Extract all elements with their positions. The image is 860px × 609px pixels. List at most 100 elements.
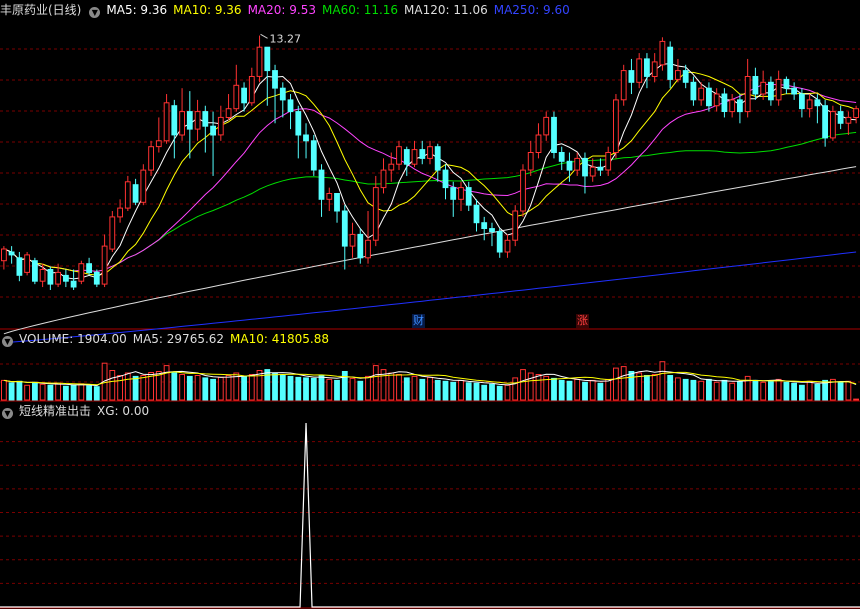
candle-up — [504, 239, 511, 253]
candle-down — [706, 87, 712, 107]
volume-bar-down — [551, 377, 557, 401]
chevron-down-icon[interactable]: ▼ — [89, 7, 101, 18]
volume-bar-down — [16, 380, 23, 401]
volume-bar-up — [729, 382, 736, 401]
volume-bar-down — [210, 378, 216, 401]
candle-down — [682, 70, 689, 83]
volume-bar-down — [63, 385, 69, 401]
candle-down — [597, 166, 604, 171]
volume-bar-up — [574, 378, 581, 401]
volume-bar-down — [783, 381, 790, 401]
candle-up — [659, 40, 666, 66]
volume-bar-down — [450, 381, 457, 401]
candle-up — [760, 81, 767, 95]
candle-up — [605, 152, 612, 171]
candle-down — [791, 87, 798, 95]
candle-up — [78, 263, 85, 282]
volume-bar-up — [117, 375, 123, 401]
candle-down — [403, 149, 410, 165]
candle-up — [380, 169, 387, 189]
volume-bar-down — [434, 379, 441, 401]
volume-bar-up — [1, 379, 7, 401]
volume-bar-down — [310, 377, 317, 401]
candle-down — [799, 93, 805, 110]
candle-down — [566, 160, 573, 171]
volume-bar-up — [179, 374, 185, 401]
candle-down — [264, 46, 271, 72]
candle-up — [233, 84, 240, 110]
candle-up — [636, 58, 643, 83]
volume-bar-up — [55, 382, 62, 401]
candle-down — [334, 193, 340, 212]
chevron-down-icon[interactable]: ▼ — [2, 408, 13, 419]
candle-down — [496, 231, 503, 253]
candle-up — [163, 102, 170, 142]
indicator-panel-legend: ▼ 短线精准出击 XG: 0.00 — [0, 402, 155, 420]
volume-bar-down — [644, 375, 650, 401]
volume-bar-down — [47, 384, 54, 401]
candle-up — [24, 254, 31, 273]
candle-down — [768, 81, 774, 101]
candle-down — [551, 116, 557, 153]
volume-bar-down — [566, 380, 573, 401]
candle-down — [582, 157, 588, 177]
volume-bar-down — [752, 379, 759, 401]
volume-bar-up — [225, 375, 232, 401]
volume-bar-up — [535, 374, 542, 401]
volume-bar-down — [70, 384, 77, 401]
candle-down — [295, 111, 302, 136]
volume-bar-down — [465, 382, 472, 401]
candle-up — [194, 111, 201, 130]
candle-down — [287, 99, 294, 113]
volume-bar-up — [520, 369, 526, 401]
volume-bar-up — [427, 376, 433, 401]
volume-bar-down — [93, 386, 100, 401]
candle-down — [8, 251, 15, 256]
volume-bar-up — [775, 378, 782, 401]
candle-down — [341, 210, 348, 247]
volume-bar-up — [349, 377, 356, 401]
volume-bar-up — [589, 379, 596, 401]
volume-bar-down — [132, 375, 139, 401]
volume-bar-up — [256, 370, 263, 401]
candle-down — [783, 78, 790, 89]
volume-bar-down — [721, 379, 728, 401]
volume-bar-up — [651, 374, 658, 401]
volume-bar-up — [613, 367, 619, 401]
candle-down — [16, 257, 23, 276]
candle-down — [667, 46, 674, 80]
candle-down — [93, 271, 100, 285]
volume-bar-down — [442, 380, 449, 401]
candle-down — [171, 105, 178, 136]
volume-bar-down — [318, 375, 325, 401]
candle-up — [613, 99, 619, 153]
candle-up — [535, 134, 542, 153]
candle-up — [248, 76, 255, 104]
candle-up — [729, 99, 736, 113]
volume-bar-up — [24, 384, 31, 401]
stock-chart[interactable]: 13.27 — [0, 0, 860, 609]
limit-up-marker[interactable]: 涨 — [576, 314, 589, 328]
candle-up — [109, 216, 116, 250]
volume-bar-down — [628, 371, 635, 401]
candle-down — [86, 263, 92, 274]
candle-down — [63, 274, 69, 282]
candle-down — [442, 169, 449, 189]
volume-bar-down — [768, 380, 774, 401]
ma-legend-item: MA120: 11.06 — [404, 3, 488, 17]
volume-bar-down — [272, 372, 278, 401]
candle-down — [628, 70, 635, 83]
earnings-marker[interactable]: 财 — [412, 314, 425, 328]
candle-down — [32, 260, 38, 282]
ma5-line — [3, 63, 857, 280]
volume-bar-up — [605, 378, 612, 401]
candle-up — [527, 152, 534, 171]
candle-down — [822, 105, 829, 139]
candle-down — [450, 187, 457, 200]
volume-bar-up — [458, 379, 464, 401]
volume-bar-up — [527, 372, 534, 401]
chevron-down-icon[interactable]: ▼ — [2, 336, 13, 347]
candle-up — [589, 166, 596, 177]
volume-bar-up — [675, 377, 681, 401]
volume-bar-up — [713, 381, 720, 401]
